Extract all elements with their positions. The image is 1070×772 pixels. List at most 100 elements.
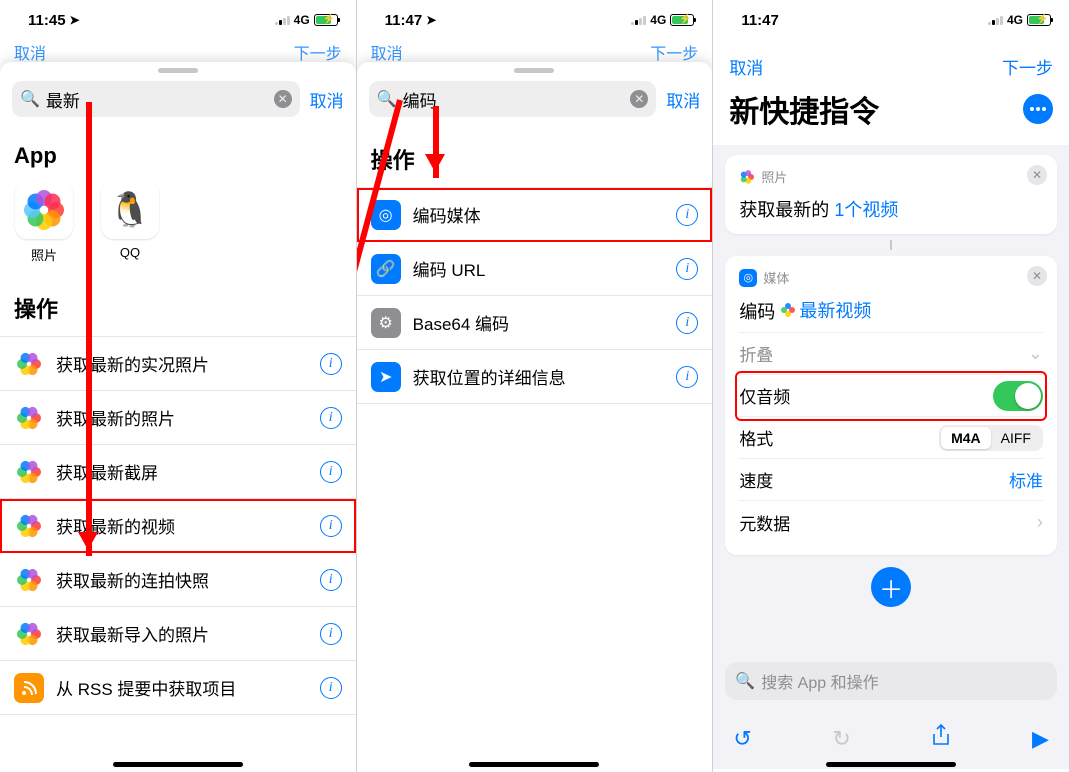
action-list: ◎ 编码媒体 i 🔗 编码 URL i ⚙ Base64 编码 i ➤ 获取位置… (357, 187, 713, 404)
app-photos[interactable]: 照片 (14, 181, 74, 264)
photos-flower-icon (24, 190, 64, 230)
info-icon[interactable]: i (320, 569, 342, 591)
battery-icon: ⚡ (314, 14, 338, 26)
collapse-row[interactable]: 折叠 ⌄ (739, 333, 1043, 375)
nav-bar: 取消 下一步 (713, 40, 1069, 83)
annotation-arrow (433, 106, 439, 178)
chevron-down-icon: ⌄ (1028, 343, 1043, 364)
seg-m4a[interactable]: M4A (941, 427, 991, 449)
info-icon[interactable]: i (320, 353, 342, 375)
add-action-button[interactable]: ＋ (871, 567, 911, 607)
card-text-prefix: 获取最新的 (739, 200, 829, 220)
location-icon: ➤ (426, 13, 436, 27)
status-bar: 11:47 4G ⚡ (713, 0, 1069, 40)
search-placeholder: 搜索 App 和操作 (761, 669, 878, 693)
format-row[interactable]: 格式 M4A AIFF (739, 417, 1043, 459)
battery-icon: ⚡ (670, 14, 694, 26)
gear-icon: ⚙ (371, 308, 401, 338)
action-row-encode-media[interactable]: ◎ 编码媒体 i (357, 188, 713, 242)
photos-icon (14, 349, 44, 379)
redo-button[interactable]: ↻ (832, 726, 850, 752)
photos-icon (14, 403, 44, 433)
cancel-button[interactable]: 取消 (310, 87, 344, 112)
search-field[interactable]: 🔍 ✕ (12, 81, 300, 117)
action-row-base64[interactable]: ⚙ Base64 编码 i (357, 296, 713, 350)
action-row-encode-url[interactable]: 🔗 编码 URL i (357, 242, 713, 296)
clear-icon[interactable]: ✕ (630, 90, 648, 108)
quicktime-icon: ◎ (739, 269, 757, 287)
status-bar: 11:45 ➤ 4G ⚡ (0, 0, 356, 40)
close-icon[interactable]: ✕ (1027, 165, 1047, 185)
app-qq[interactable]: 🐧 QQ (100, 181, 160, 264)
undo-button[interactable]: ↺ (733, 726, 751, 752)
pane-3: 11:47 4G ⚡ 取消 下一步 新快捷指令 ✕ 照片 (713, 0, 1070, 772)
share-button[interactable] (931, 724, 951, 754)
speed-row[interactable]: 速度 标准 (739, 459, 1043, 501)
photos-icon (14, 619, 44, 649)
card-param[interactable]: 1个视频 (834, 200, 898, 220)
info-icon[interactable]: i (676, 258, 698, 280)
option-list: 折叠 ⌄ 仅音频 格式 M4A AIFF 速度 标准 (739, 332, 1043, 543)
action-card-get-video[interactable]: ✕ 照片 获取最新的 1个视频 (725, 155, 1057, 234)
action-list: 获取最新的实况照片 i 获取最新的照片 i 获取最新截屏 i (0, 336, 356, 715)
info-icon[interactable]: i (320, 623, 342, 645)
action-row-screenshot[interactable]: 获取最新截屏 i (0, 445, 356, 499)
toggle-switch[interactable] (993, 381, 1043, 411)
info-icon[interactable]: i (676, 312, 698, 334)
action-row-rss[interactable]: 从 RSS 提要中获取项目 i (0, 661, 356, 715)
speed-value[interactable]: 标准 (1009, 467, 1043, 492)
background-nav: 取消 下一步 (0, 40, 356, 62)
close-icon[interactable]: ✕ (1027, 266, 1047, 286)
clear-icon[interactable]: ✕ (274, 90, 292, 108)
search-footer[interactable]: 🔍 搜索 App 和操作 (725, 662, 1057, 700)
sheet-grabber[interactable] (158, 68, 198, 73)
action-card-encode-media[interactable]: ✕ ◎ 媒体 编码 最新视频 折叠 (725, 256, 1057, 555)
more-button[interactable] (1023, 94, 1053, 124)
link-icon: 🔗 (371, 254, 401, 284)
cancel-button[interactable]: 取消 (666, 87, 700, 112)
bg-next: 下一步 (650, 40, 698, 62)
info-icon[interactable]: i (320, 515, 342, 537)
search-field[interactable]: 🔍 ✕ (369, 81, 657, 117)
play-button[interactable]: ▶ (1032, 726, 1049, 752)
cancel-button[interactable]: 取消 (729, 54, 763, 79)
status-time: 11:47 (741, 12, 779, 29)
metadata-row[interactable]: 元数据 › (739, 501, 1043, 543)
info-icon[interactable]: i (320, 677, 342, 699)
action-row-burst[interactable]: 获取最新的连拍快照 i (0, 553, 356, 607)
info-icon[interactable]: i (320, 461, 342, 483)
search-input[interactable] (46, 89, 268, 109)
info-icon[interactable]: i (676, 366, 698, 388)
audio-only-row[interactable]: 仅音频 (739, 375, 1043, 417)
action-row-photos[interactable]: 获取最新的照片 i (0, 391, 356, 445)
action-row-live-photos[interactable]: 获取最新的实况照片 i (0, 337, 356, 391)
action-row-imported[interactable]: 获取最新导入的照片 i (0, 607, 356, 661)
info-icon[interactable]: i (676, 204, 698, 226)
network-label: 4G (650, 13, 666, 27)
status-time: 11:45 (28, 12, 66, 29)
sheet-grabber[interactable] (514, 68, 554, 73)
bg-next: 下一步 (294, 40, 342, 62)
bg-cancel: 取消 (14, 40, 46, 62)
search-sheet: 🔍 ✕ 取消 操作 ◎ 编码媒体 i 🔗 编码 URL i ⚙ Base64 编… (357, 62, 713, 772)
action-row-video[interactable]: 获取最新的视频 i (0, 499, 356, 553)
action-row-location-details[interactable]: ➤ 获取位置的详细信息 i (357, 350, 713, 404)
row-label: 获取位置的详细信息 (413, 364, 665, 389)
card-kind: 照片 (761, 167, 787, 186)
info-icon[interactable]: i (320, 407, 342, 429)
search-icon: 🔍 (20, 89, 40, 109)
next-button[interactable]: 下一步 (1002, 54, 1053, 79)
pane-2: 11:47 ➤ 4G ⚡ 取消 下一步 🔍 ✕ 取消 操作 ◎ 编码媒体 (357, 0, 714, 772)
format-segmented[interactable]: M4A AIFF (939, 425, 1043, 451)
photos-icon (15, 181, 73, 239)
card-kind: 媒体 (763, 268, 789, 287)
network-label: 4G (1007, 13, 1023, 27)
row-label: 编码媒体 (413, 202, 665, 227)
search-icon: 🔍 (735, 671, 755, 691)
home-indicator (113, 762, 243, 767)
status-time: 11:47 (385, 12, 423, 29)
signal-icon (631, 15, 646, 25)
row-label: Base64 编码 (413, 310, 665, 335)
seg-aiff[interactable]: AIFF (991, 427, 1041, 449)
card-param[interactable]: 最新视频 (799, 297, 871, 323)
